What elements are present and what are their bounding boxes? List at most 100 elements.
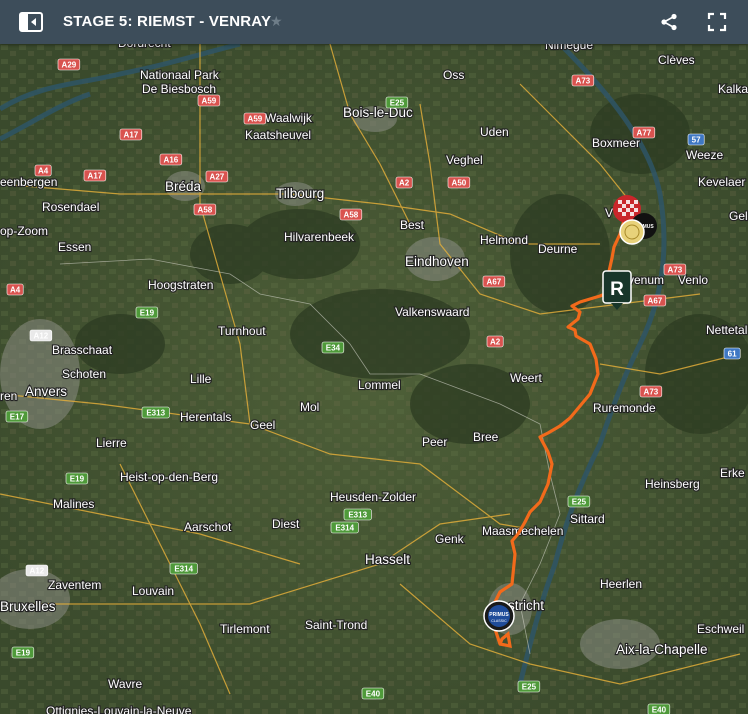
road-shield: A59 bbox=[197, 94, 221, 107]
place-label: Geel bbox=[250, 418, 275, 432]
road-shield: A58 bbox=[339, 208, 363, 221]
place-label: Schoten bbox=[62, 367, 106, 381]
road-shield: A67 bbox=[643, 294, 667, 307]
place-label: Ruremonde bbox=[593, 401, 656, 415]
place-label: Heerlen bbox=[600, 577, 642, 591]
road-shield-label: 61 bbox=[728, 350, 737, 359]
place-label: Lommel bbox=[358, 378, 401, 392]
road-shield-label: A58 bbox=[344, 211, 359, 220]
place-label: Hilvarenbeek bbox=[284, 230, 355, 244]
road-shield: A73 bbox=[639, 385, 663, 398]
road-shield-label: E19 bbox=[140, 309, 155, 318]
road-shield-label: A50 bbox=[452, 179, 467, 188]
road-shield: A29 bbox=[57, 58, 81, 71]
place-label: Uden bbox=[480, 125, 509, 139]
road-shield: E313 bbox=[343, 508, 372, 521]
place-label: ren bbox=[0, 389, 17, 403]
top-bar: STAGE 5: RIEMST - VENRAY ★ bbox=[0, 0, 748, 44]
road-shield-label: A2 bbox=[399, 179, 410, 188]
road-shield-label: A12 bbox=[34, 332, 49, 341]
road-shield-label: E25 bbox=[390, 99, 405, 108]
place-label: Bree bbox=[473, 430, 499, 444]
road-shield: A17 bbox=[119, 128, 143, 141]
share-icon[interactable] bbox=[656, 0, 682, 44]
road-shield: E25 bbox=[567, 495, 591, 508]
road-shield-label: E40 bbox=[652, 706, 667, 714]
road-shield-label: A59 bbox=[248, 115, 263, 124]
place-label: Heusden-Zolder bbox=[330, 490, 416, 504]
place-label: Lierre bbox=[96, 436, 127, 450]
place-label: Dordrecht bbox=[118, 44, 171, 50]
road-shield: A73 bbox=[571, 74, 595, 87]
road-shield-label: E40 bbox=[366, 690, 381, 699]
road-shield-label: E19 bbox=[16, 649, 31, 658]
map-canvas[interactable]: Dordrecht Nationaal Park De Biesbosch Os… bbox=[0, 44, 748, 714]
road-shield-label: E313 bbox=[348, 511, 367, 520]
place-label: Nettetal bbox=[706, 323, 747, 337]
place-label: Nationaal Park bbox=[140, 68, 220, 82]
start-marker[interactable]: PRIMUS CLASSIC bbox=[483, 600, 515, 632]
road-shield: A77 bbox=[632, 126, 656, 139]
road-shield: A4 bbox=[34, 164, 52, 177]
road-shield-label: A58 bbox=[198, 206, 213, 215]
road-shield: A17 bbox=[83, 169, 107, 182]
place-label: Hasselt bbox=[365, 552, 410, 567]
place-label: Kevelaer bbox=[698, 175, 745, 189]
road-shield-label: A73 bbox=[668, 266, 683, 275]
road-shield: A59 bbox=[243, 112, 267, 125]
place-label: eenbergen bbox=[0, 175, 57, 189]
road-shield: E17 bbox=[5, 410, 29, 423]
road-shield-label: A59 bbox=[202, 97, 217, 106]
sidebar-toggle-icon[interactable] bbox=[14, 0, 48, 44]
road-shield: A58 bbox=[193, 203, 217, 216]
road-shield: 57 bbox=[687, 133, 705, 146]
place-label: Rosendael bbox=[42, 200, 99, 214]
road-shield-label: A67 bbox=[648, 297, 663, 306]
road-shield: A50 bbox=[447, 176, 471, 189]
road-shield-label: A29 bbox=[62, 61, 77, 70]
place-label: Saint-Trond bbox=[305, 618, 367, 632]
place-label: Aix-la-Chapelle bbox=[616, 642, 708, 657]
road-shield: E313 bbox=[141, 406, 170, 419]
place-label: Erke bbox=[720, 466, 745, 480]
road-shield: A4 bbox=[6, 283, 24, 296]
place-label: Kalka bbox=[718, 82, 748, 96]
road-shield-label: E19 bbox=[70, 475, 85, 484]
place-label: Hoogstraten bbox=[148, 278, 213, 292]
place-label: Helmond bbox=[480, 233, 528, 247]
road-shield-label: E34 bbox=[326, 344, 341, 353]
place-label: Nimègue bbox=[545, 44, 593, 52]
place-label: Brasschaat bbox=[52, 343, 113, 357]
place-label: Weert bbox=[510, 371, 542, 385]
road-shield: E34 bbox=[321, 341, 345, 354]
place-label: Heinsberg bbox=[645, 477, 700, 491]
road-shield: E19 bbox=[135, 306, 159, 319]
road-shield-label: A12 bbox=[30, 567, 45, 576]
road-shield-label: A17 bbox=[88, 172, 103, 181]
fullscreen-icon[interactable] bbox=[703, 0, 731, 44]
place-label: Gel bbox=[729, 209, 748, 223]
road-shield: A12 bbox=[29, 329, 53, 342]
place-label: Boxmeer bbox=[592, 136, 640, 150]
route-map[interactable]: Dordrecht Nationaal Park De Biesbosch Os… bbox=[0, 44, 748, 714]
road-shield: A2 bbox=[486, 335, 504, 348]
place-label: Genk bbox=[435, 532, 465, 546]
place-label: Wavre bbox=[108, 677, 143, 691]
place-label: Eschweil bbox=[697, 622, 744, 636]
road-shield: E19 bbox=[11, 646, 35, 659]
place-label: Lille bbox=[190, 372, 212, 386]
favorite-star-icon[interactable]: ★ bbox=[270, 13, 283, 30]
road-shield-label: A17 bbox=[124, 131, 139, 140]
road-shield-label: A73 bbox=[576, 77, 591, 86]
road-shield-label: E17 bbox=[10, 413, 25, 422]
stage-title: STAGE 5: RIEMST - VENRAY bbox=[63, 13, 272, 30]
place-label: Bruxelles bbox=[0, 599, 56, 614]
place-label: De Biesbosch bbox=[142, 82, 216, 96]
place-label: Sittard bbox=[570, 512, 605, 526]
road-shield: E40 bbox=[647, 703, 671, 714]
place-label: V bbox=[605, 206, 613, 220]
place-label: Essen bbox=[58, 240, 91, 254]
place-label: Zaventem bbox=[48, 578, 101, 592]
place-label: Aarschot bbox=[184, 520, 232, 534]
place-label: Oss bbox=[443, 68, 464, 82]
